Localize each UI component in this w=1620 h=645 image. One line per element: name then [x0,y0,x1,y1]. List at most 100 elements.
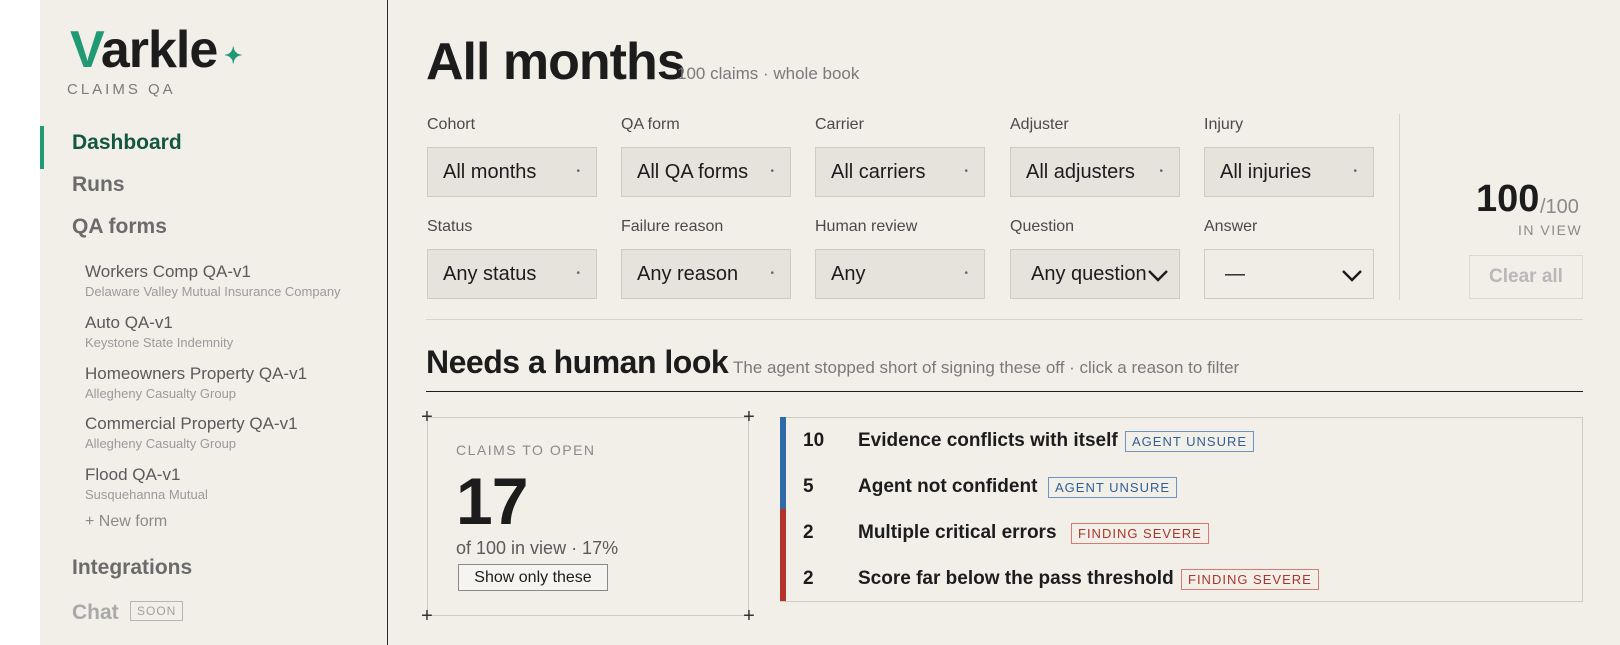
qa-form-item[interactable]: Homeowners Property QA-v1 Allegheny Casu… [85,364,307,401]
section-subtitle: The agent stopped short of signing these… [733,358,1240,377]
agent-unsure-tag: AGENT UNSURE [1125,431,1255,452]
corner-cross-icon: + [743,406,755,428]
cohort-value: All months [443,161,537,183]
reason-count: 5 [803,476,814,497]
chevron-down-icon [1148,270,1168,282]
reason-row[interactable]: 2 Multiple critical errors FINDING SEVER… [780,509,1583,555]
human-review-select[interactable]: Any • [815,249,985,299]
qa-form-title: Commercial Property QA-v1 [85,414,298,433]
qa-form-value: All QA forms [637,161,749,183]
human-review-value: Any [831,263,866,285]
adjuster-label: Adjuster [1010,116,1069,133]
answer-value: — [1225,263,1245,285]
status-label: Status [427,218,473,235]
status-value: Any status [443,263,537,285]
carrier-value: All carriers [831,161,926,183]
human-review-label: Human review [815,218,918,235]
filter-divider [1399,114,1400,300]
injury-select[interactable]: All injuries • [1204,147,1374,197]
qa-form-carrier: Delaware Valley Mutual Insurance Company [85,284,341,299]
qa-form-label: QA form [621,116,680,133]
dropdown-dot-icon: • [1159,166,1163,177]
dropdown-dot-icon: • [964,166,968,177]
answer-select[interactable]: — [1204,249,1374,299]
total-count: /100 [1540,196,1579,218]
reason-text: Multiple critical errors [858,522,1057,543]
corner-cross-icon: + [743,605,755,627]
reason-row[interactable]: 2 Score far below the pass threshold FIN… [780,555,1583,601]
adjuster-value: All adjusters [1026,161,1135,183]
dropdown-dot-icon: • [576,166,580,177]
reason-color-bar [780,463,786,509]
show-only-these-button[interactable]: Show only these [458,564,608,591]
qa-form-carrier: Allegheny Casualty Group [85,386,237,401]
window-edge [0,0,40,645]
qa-form-select[interactable]: All QA forms • [621,147,791,197]
reason-color-bar [780,509,786,555]
dropdown-dot-icon: • [770,268,774,279]
corner-cross-icon: + [421,605,433,627]
brand-logo[interactable]: Varkle ✦ [70,20,242,80]
nav-qa-forms[interactable]: QA forms [72,215,167,239]
agent-unsure-tag: AGENT UNSURE [1048,477,1178,498]
reason-row[interactable]: 10 Evidence conflicts with itself AGENT … [780,417,1583,463]
reason-count: 2 [803,568,814,589]
carrier-select[interactable]: All carriers • [815,147,985,197]
new-form-link[interactable]: + New form [85,513,167,531]
chevron-down-icon [1342,270,1362,282]
question-label: Question [1010,218,1075,235]
soon-badge: SOON [130,601,184,621]
nav-dashboard[interactable]: Dashboard [72,131,182,155]
clear-all-button[interactable]: Clear all [1469,255,1583,299]
finding-severe-tag: FINDING SEVERE [1071,523,1209,544]
section-rule [426,391,1583,392]
reason-text: Score far below the pass threshold [858,568,1174,589]
nav-active-indicator [40,126,44,169]
question-select[interactable]: Any question [1010,249,1180,299]
section-title: Needs a human look [426,344,729,380]
qa-form-item[interactable]: Flood QA-v1 Susquehanna Mutual [85,465,208,502]
reason-count: 2 [803,522,814,543]
in-view-count: 100 [1476,178,1540,220]
brand-name: arkle [100,21,218,79]
qa-form-title: Flood QA-v1 [85,465,181,484]
claims-to-open-count: 17 [456,464,528,538]
corner-cross-icon: + [421,406,433,428]
page-subtitle: 100 claims · whole book [677,64,860,83]
qa-form-item[interactable]: Commercial Property QA-v1 Allegheny Casu… [85,414,298,451]
failure-reason-select[interactable]: Any reason • [621,249,791,299]
injury-value: All injuries [1220,161,1312,183]
failure-reason-label: Failure reason [621,218,724,235]
claims-to-open-label: CLAIMS TO OPEN [456,442,596,458]
injury-label: Injury [1204,116,1244,133]
reason-count: 10 [803,430,825,451]
qa-form-carrier: Allegheny Casualty Group [85,436,237,451]
in-view-label: IN VIEW [1518,222,1583,238]
nav-integrations[interactable]: Integrations [72,556,192,580]
adjuster-select[interactable]: All adjusters • [1010,147,1180,197]
sparkle-icon: ✦ [224,43,242,68]
cohort-select[interactable]: All months • [427,147,597,197]
nav-runs[interactable]: Runs [72,173,125,197]
dropdown-dot-icon: • [1353,166,1357,177]
brand-initial: V [70,21,102,79]
reason-text: Evidence conflicts with itself [858,430,1118,451]
reason-color-bar [780,555,786,601]
qa-form-item[interactable]: Auto QA-v1 Keystone State Indemnity [85,313,233,350]
qa-form-title: Homeowners Property QA-v1 [85,364,308,383]
page-title: All months [426,33,686,91]
question-value: Any question [1031,263,1147,285]
nav-chat: Chat [72,601,119,624]
dropdown-dot-icon: • [964,268,968,279]
finding-severe-tag: FINDING SEVERE [1181,569,1319,590]
qa-form-carrier: Keystone State Indemnity [85,335,234,350]
reason-row[interactable]: 5 Agent not confident AGENT UNSURE [780,463,1583,509]
status-select[interactable]: Any status • [427,249,597,299]
dropdown-dot-icon: • [770,166,774,177]
answer-label: Answer [1204,218,1258,235]
failure-reason-value: Any reason [637,263,739,285]
qa-form-carrier: Susquehanna Mutual [85,487,208,502]
qa-form-item[interactable]: Workers Comp QA-v1 Delaware Valley Mutua… [85,262,341,299]
dropdown-dot-icon: • [576,268,580,279]
carrier-label: Carrier [815,116,864,133]
